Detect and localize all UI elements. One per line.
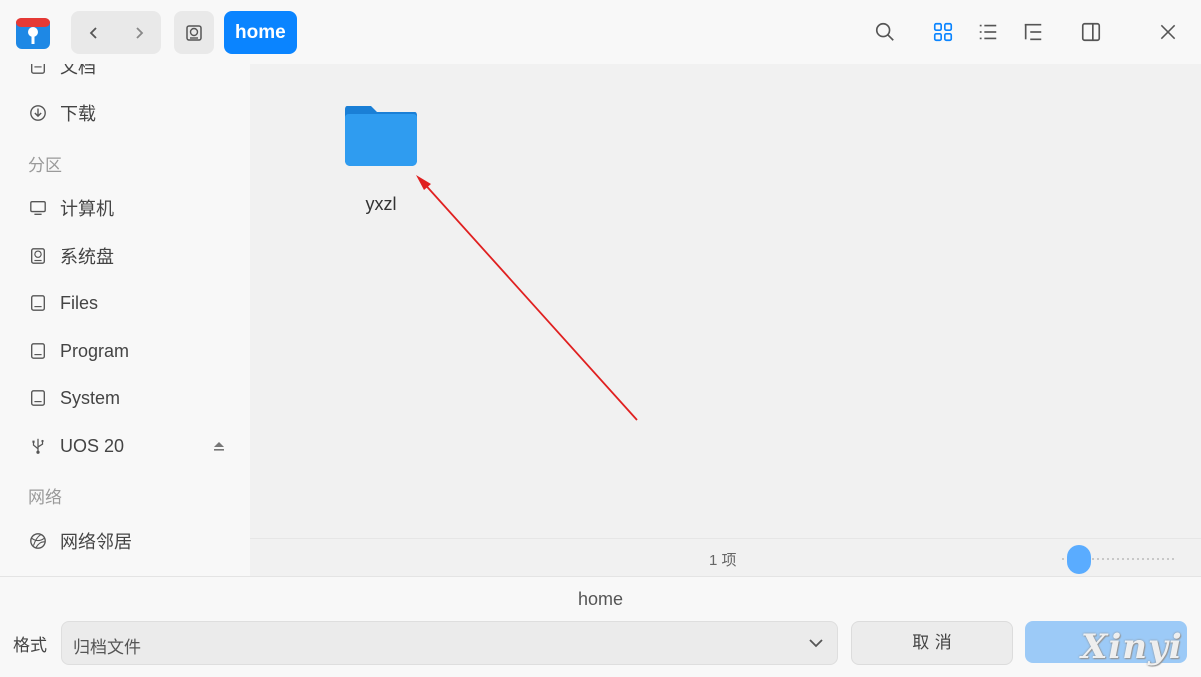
zoom-slider-thumb[interactable] [1067,545,1091,574]
format-select[interactable]: 归档文件 [61,621,838,665]
chevron-down-icon [809,639,823,648]
file-save-dialog: home 文档 下载 分区 计算机 系统盘 Files Program Syst… [0,0,1201,677]
format-label: 格式 [13,636,47,656]
status-bar: 1 项 [250,538,1201,577]
filename-field[interactable]: home [0,589,1201,610]
item-count: 1 项 [709,552,737,569]
format-value: 归档文件 [73,638,141,658]
watermark: Xinyi [1081,627,1183,667]
save-bar: home 格式 归档文件 取 消 [0,576,1201,677]
cancel-button[interactable]: 取 消 [851,621,1013,665]
